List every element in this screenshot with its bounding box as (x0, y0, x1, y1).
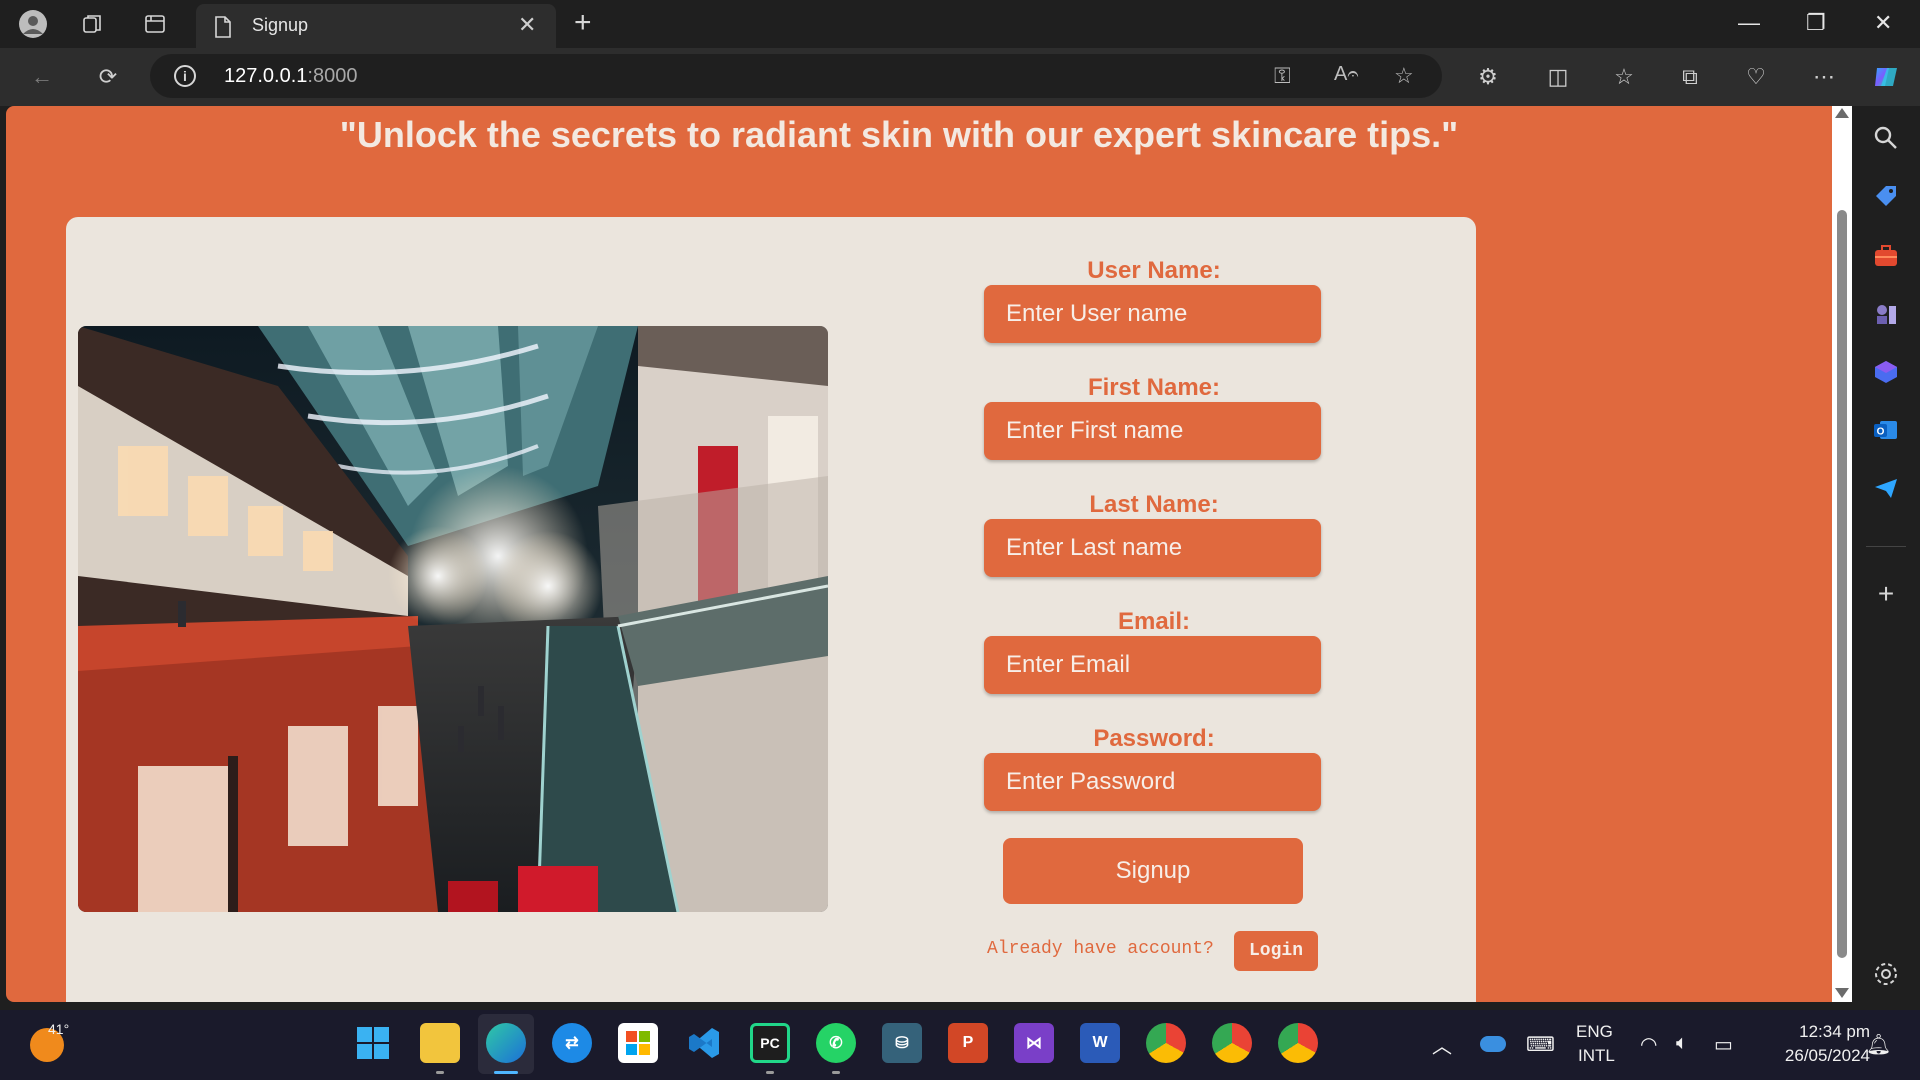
login-button[interactable]: Login (1234, 931, 1318, 971)
page-viewport: "Unlock the secrets to radiant skin with… (6, 106, 1832, 1002)
lastname-label: Last Name: (1089, 491, 1219, 518)
workspaces-icon[interactable] (78, 9, 108, 39)
read-aloud-icon[interactable]: A𝄐 (1334, 63, 1358, 86)
page-document-icon (214, 16, 232, 43)
edge-sidebar: O + (1852, 106, 1920, 1010)
extensions-icon[interactable]: ⚙ (1472, 61, 1504, 93)
whatsapp-running-indicator (832, 1071, 840, 1074)
firstname-label: First Name: (1087, 374, 1221, 401)
firstname-input[interactable] (984, 402, 1321, 460)
file-explorer-running-indicator (436, 1071, 444, 1074)
clock-time[interactable]: 12:34 pm (1770, 1022, 1870, 1042)
language-indicator-top[interactable]: ENG (1576, 1022, 1613, 1042)
profile-avatar-icon[interactable] (18, 9, 48, 39)
tools-briefcase-icon[interactable] (1872, 242, 1900, 270)
sidebar-divider (1866, 546, 1906, 547)
username-input[interactable] (984, 285, 1321, 343)
volume-icon[interactable]: 🔈︎ (1676, 1032, 1688, 1055)
weather-temperature[interactable]: 41° (48, 1021, 69, 1037)
site-info-icon[interactable]: i (174, 65, 196, 87)
scroll-up-arrow-icon[interactable] (1835, 108, 1849, 118)
favorite-star-icon[interactable]: ☆ (1394, 63, 1414, 89)
search-icon[interactable] (1872, 124, 1900, 152)
word-icon[interactable]: W (1080, 1023, 1120, 1063)
copilot-icon[interactable] (1870, 61, 1902, 93)
teamviewer-icon[interactable]: ⇄ (552, 1023, 592, 1063)
favorites-icon[interactable]: ☆ (1608, 61, 1640, 93)
username-label: User Name: (1087, 257, 1221, 284)
tab-title: Signup (252, 15, 309, 35)
back-arrow-icon[interactable]: ← (26, 61, 58, 93)
password-label: Password: (1093, 725, 1215, 752)
notification-bell-icon[interactable]: 🔔︎ (1866, 1032, 1891, 1057)
copilot-app-icon[interactable] (1872, 358, 1900, 386)
page-scrollbar[interactable] (1832, 106, 1852, 1002)
svg-text:O: O (1877, 427, 1885, 438)
already-have-account-text: Already have account? (987, 939, 1214, 959)
chrome-profile-3-icon[interactable] (1278, 1023, 1318, 1063)
games-chess-icon[interactable] (1872, 300, 1900, 328)
chrome-profile-2-icon[interactable] (1212, 1023, 1252, 1063)
sidebar-settings-gear-icon[interactable] (1872, 960, 1900, 988)
email-label: Email: (1117, 608, 1191, 635)
show-hidden-icons-chevron-icon[interactable]: ︿ (1432, 1030, 1452, 1059)
refresh-icon[interactable]: ⟳ (92, 61, 124, 93)
password-input[interactable] (984, 753, 1321, 811)
edge-browser-icon[interactable] (486, 1023, 526, 1063)
mall-photo (78, 326, 828, 912)
outlook-icon[interactable]: O (1872, 416, 1900, 444)
language-indicator-bottom[interactable]: INTL (1578, 1046, 1615, 1066)
signup-card: User Name: First Name: Last Name: Email:… (66, 217, 1476, 1002)
shopping-tag-icon[interactable] (1872, 182, 1900, 210)
minimize-icon[interactable]: — (1738, 10, 1760, 36)
password-key-icon[interactable]: ⚿ (1274, 63, 1291, 89)
tab-actions-icon[interactable] (140, 9, 170, 39)
pycharm-icon[interactable]: PC (750, 1023, 790, 1063)
more-options-icon[interactable]: ⋯ (1808, 61, 1840, 93)
chrome-profile-1-icon[interactable] (1146, 1023, 1186, 1063)
browser-title-bar: Signup ✕ + — ❐ ✕ (0, 0, 1920, 48)
navigation-bar: ← ⟳ i 127.0.0.1:8000 ⚿ A𝄐 ☆ ⚙ ◫ ☆ ⧉ ♡ ⋯ (0, 48, 1920, 106)
microsoft-store-icon[interactable] (618, 1023, 658, 1063)
restore-icon[interactable]: ❐ (1806, 10, 1826, 36)
scroll-down-arrow-icon[interactable] (1835, 988, 1849, 998)
collections-icon[interactable]: ⧉ (1674, 61, 1706, 93)
clock-date[interactable]: 26/05/2024 (1762, 1046, 1870, 1066)
close-window-icon[interactable]: ✕ (1874, 10, 1892, 36)
powerpoint-icon[interactable]: P (948, 1023, 988, 1063)
address-bar[interactable]: i 127.0.0.1:8000 ⚿ A𝄐 ☆ (150, 54, 1442, 98)
signup-button[interactable]: Signup (1003, 838, 1303, 904)
email-input[interactable] (984, 636, 1321, 694)
vscode-icon[interactable] (684, 1023, 724, 1063)
windows-start-icon[interactable] (353, 1023, 393, 1063)
scrollbar-thumb[interactable] (1837, 210, 1847, 958)
file-explorer-icon[interactable] (420, 1023, 460, 1063)
battery-icon[interactable]: ▭ (1714, 1032, 1733, 1057)
pycharm-running-indicator (766, 1071, 774, 1074)
send-telegram-icon[interactable] (1872, 474, 1900, 502)
whatsapp-icon[interactable]: ✆ (816, 1023, 856, 1063)
edge-active-indicator (494, 1071, 518, 1074)
split-screen-icon[interactable]: ◫ (1542, 61, 1574, 93)
new-tab-icon[interactable]: + (574, 6, 592, 40)
wifi-icon[interactable]: ◠ (1640, 1032, 1657, 1057)
visual-studio-icon[interactable]: ⋈ (1014, 1023, 1054, 1063)
tab-close-icon[interactable]: ✕ (518, 12, 536, 38)
windows-taskbar: 41° ⇄ PC ✆ ⛁ P ⋈ W ︿ ⌨ ENG INTL ◠ 🔈︎ ▭ 1… (0, 1010, 1920, 1080)
lastname-input[interactable] (984, 519, 1321, 577)
touch-keyboard-icon[interactable]: ⌨ (1526, 1032, 1555, 1057)
url-text[interactable]: 127.0.0.1:8000 (224, 65, 357, 88)
page-headline: "Unlock the secrets to radiant skin with… (339, 114, 1459, 155)
mysql-workbench-icon[interactable]: ⛁ (882, 1023, 922, 1063)
add-sidebar-app-icon[interactable]: + (1872, 580, 1900, 608)
browser-essentials-icon[interactable]: ♡ (1740, 61, 1772, 93)
onedrive-cloud-icon[interactable] (1480, 1036, 1506, 1052)
tab-signup[interactable]: Signup ✕ (196, 4, 556, 48)
